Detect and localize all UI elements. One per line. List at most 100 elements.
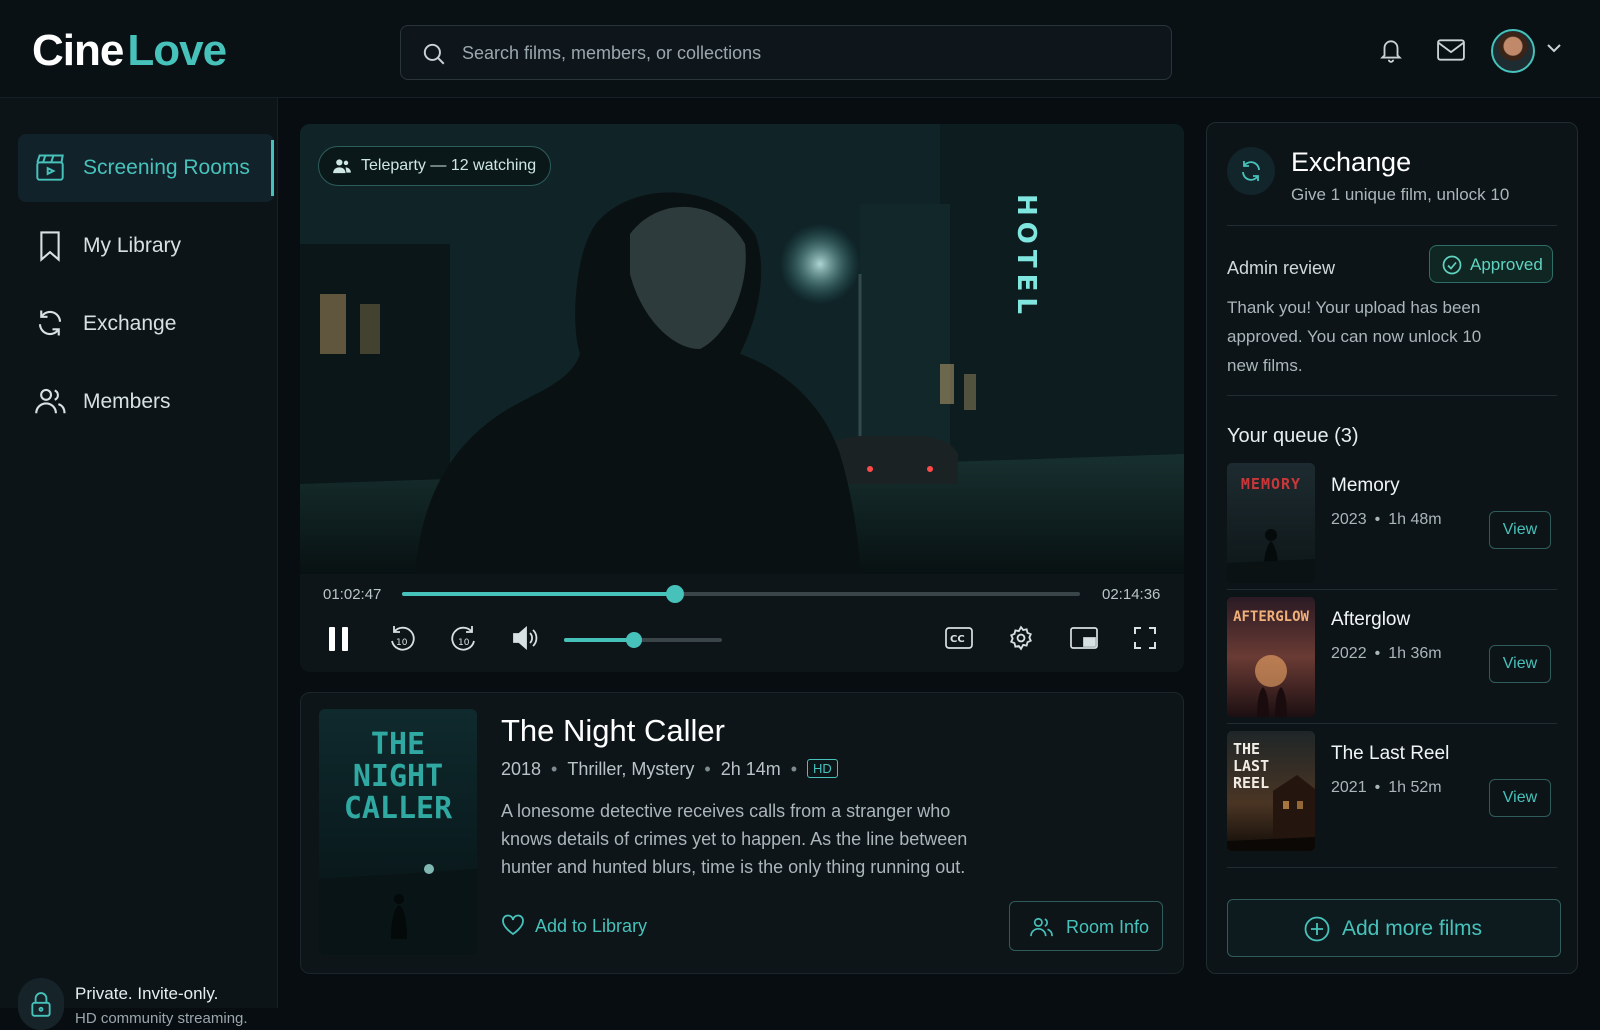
volume-handle[interactable] [625,632,642,648]
queue-poster[interactable]: AFTERGLOW [1227,597,1315,717]
exchange-panel: Exchange Give 1 unique film, unlock 10 A… [1206,122,1578,974]
player-controls [300,574,1184,672]
film-duration: 2h 14m [720,759,781,779]
room-info-label: Room Info [1066,917,1150,937]
sidebar-item-screening-rooms[interactable]: Screening Rooms [18,134,274,202]
search-icon [423,43,445,65]
exchange-subtitle: Give 1 unique film, unlock 10 [1291,185,1510,204]
queue-title: Afterglow [1331,609,1411,630]
clapperboard-icon [36,154,64,181]
volume-icon[interactable] [512,626,540,650]
lock-icon [31,992,51,1017]
queue-title: The Last Reel [1331,743,1450,764]
queue-year: 2022 [1331,645,1367,662]
fullscreen-icon[interactable] [1133,626,1157,650]
queue-heading: Your queue (3) [1227,425,1359,447]
poster-title: AFTERGLOW [1233,609,1309,625]
add-more-films-label: Add more films [1342,917,1483,940]
svg-text:10: 10 [396,638,408,648]
search-input[interactable]: Search films, members, or collections [400,25,1172,80]
chevron-down-icon[interactable] [1546,42,1562,54]
approval-message: Thank you! Your upload has been approved… [1227,298,1482,375]
sidebar-item-members[interactable]: Members [18,368,274,436]
users-icon [35,388,66,414]
pause-icon[interactable] [328,626,350,652]
settings-gear-icon[interactable] [1008,625,1034,651]
refresh-icon [38,310,62,336]
progress-bar[interactable] [402,585,1080,603]
progress-handle[interactable] [665,585,684,603]
sidebar: Screening Rooms My Library Exchange Memb… [0,98,278,1030]
queue-poster[interactable]: THE LAST REEL [1227,731,1315,851]
top-bar: CineLove Search films, members, or colle… [0,0,1600,98]
total-time: 02:14:36 [1102,586,1161,603]
sidebar-item-exchange[interactable]: Exchange [18,290,274,358]
queue-duration: 1h 36m [1388,645,1442,662]
status-badge: Approved [1429,245,1553,283]
captions-icon[interactable]: CC [945,627,973,649]
plus-circle-icon [1304,916,1330,942]
queue-poster[interactable]: MEMORY [1227,463,1315,583]
users-icon [1030,917,1053,937]
privacy-subtitle: HD community streaming. [75,1010,248,1027]
film-info-card: THE NIGHT CALLER The Night Caller 2018 • T… [300,692,1184,974]
picture-in-picture-icon[interactable] [1070,627,1098,649]
search-placeholder: Search films, members, or collections [462,43,762,63]
add-to-library-label: Add to Library [535,916,648,936]
sidebar-item-label: My Library [83,234,182,257]
sidebar-item-label: Screening Rooms [83,156,250,179]
poster-title: THE NIGHT CALLER [343,727,453,826]
bell-icon[interactable] [1378,35,1404,65]
sidebar-item-label: Exchange [83,312,177,335]
lock-badge [18,978,64,1030]
view-button[interactable]: View [1489,779,1551,817]
svg-text:10: 10 [458,638,470,648]
volume-fill [564,638,634,642]
film-meta: 2018 • Thriller, Mystery • 2h 14m • HD [501,759,838,780]
party-badge[interactable]: Teleparty — 12 watching [318,146,552,186]
brand-logo[interactable]: CineLove [32,26,227,76]
film-genres: Thriller, Mystery [567,759,695,779]
film-year: 2018 [501,759,542,779]
divider [1227,589,1557,590]
quality-badge: HD [807,759,838,778]
film-title: The Night Caller [501,713,725,748]
rewind-10-icon[interactable]: 10 [388,624,416,654]
heart-icon [502,914,524,936]
privacy-title: Private. Invite-only. [75,984,219,1003]
bookmark-icon [40,231,60,262]
queue-item: AFTERGLOW Afterglow 2022 • 1h 36m View [1227,597,1557,719]
view-button[interactable]: View [1489,511,1551,549]
film-poster[interactable]: THE NIGHT CALLER [319,709,477,955]
divider [1227,225,1557,226]
queue-duration: 1h 48m [1388,511,1442,528]
divider [1227,723,1557,724]
queue-meta: 2023 • 1h 48m [1331,511,1442,528]
add-more-films-button[interactable]: Add more films [1227,899,1561,957]
refresh-icon [1242,161,1260,181]
mail-icon[interactable] [1437,38,1465,62]
divider [1227,395,1557,396]
queue-meta: 2021 • 1h 52m [1331,779,1442,796]
queue-duration: 1h 52m [1388,779,1442,796]
admin-review-label: Admin review [1227,258,1336,278]
queue-year: 2021 [1331,779,1367,796]
queue-year: 2023 [1331,511,1367,528]
svg-text:CC: CC [950,634,965,645]
queue-item: MEMORY Memory 2023 • 1h 48m View [1227,463,1557,585]
users-icon [333,159,351,174]
progress-fill [402,592,675,596]
avatar[interactable] [1491,29,1535,73]
poster-title: MEMORY [1240,475,1302,493]
room-info-button[interactable]: Room Info [1009,901,1163,951]
view-button[interactable]: View [1489,645,1551,683]
forward-10-icon[interactable]: 10 [450,624,478,654]
divider [1227,867,1557,868]
sidebar-item-my-library[interactable]: My Library [18,212,274,280]
film-description: A lonesome detective receives calls from… [501,801,968,877]
video-frame[interactable]: HOTEL [300,124,1184,574]
queue-title: Memory [1331,475,1400,496]
volume-slider[interactable] [564,632,722,648]
hotel-sign: HOTEL [1011,194,1041,320]
video-player[interactable]: HOTEL Teleparty — 12 watching [300,124,1184,672]
